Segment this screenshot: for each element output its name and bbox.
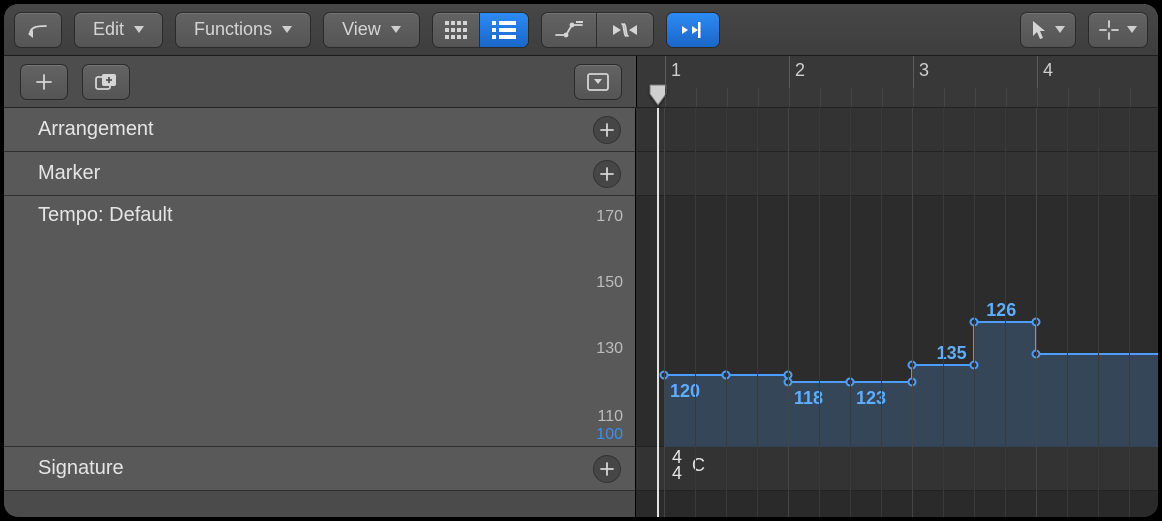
global-tracks-sidebar: Arrangement Marker Tempo: Default 170 150… <box>4 108 636 517</box>
chevron-down-icon <box>134 26 144 33</box>
tempo-axis-tick: 110 <box>597 408 623 426</box>
duplicate-track-button[interactable] <box>82 64 130 100</box>
automation-segment <box>541 12 654 48</box>
marker-lane[interactable] <box>636 152 1158 196</box>
chevron-down-icon <box>1055 26 1065 33</box>
view-menu-label: View <box>342 19 381 40</box>
list-view-button[interactable] <box>480 13 528 47</box>
marker-track-header[interactable]: Marker <box>4 152 635 196</box>
tempo-axis: 170 150 130 110100 <box>573 200 623 442</box>
view-menu[interactable]: View <box>323 12 420 48</box>
add-track-button[interactable] <box>20 64 68 100</box>
arrangement-track-header[interactable]: Arrangement <box>4 108 635 152</box>
lane-content[interactable]: 120118123135126 4 4 C <box>636 108 1158 517</box>
signature-header-label: Signature <box>38 457 593 480</box>
signature-lane[interactable]: 4 4 C <box>636 447 1158 491</box>
grid-view-button[interactable] <box>433 13 480 47</box>
catch-playhead-button[interactable] <box>667 13 719 47</box>
alt-tool-menu[interactable] <box>1088 12 1148 48</box>
catch-segment <box>666 12 720 48</box>
functions-menu-label: Functions <box>194 19 272 40</box>
tempo-lane[interactable]: 120118123135126 <box>636 196 1158 447</box>
chevron-down-icon <box>391 26 401 33</box>
automation-curve-button[interactable] <box>542 13 597 47</box>
duplicate-icon <box>95 73 117 91</box>
pointer-tool-menu[interactable] <box>1020 12 1076 48</box>
global-tracks-button[interactable] <box>574 64 622 100</box>
ruler-bar-number: 1 <box>671 60 681 81</box>
chevron-down-icon <box>282 26 292 33</box>
signature-value: 4 4 C <box>672 449 705 481</box>
marker-label: Marker <box>38 162 593 185</box>
signature-track-header[interactable]: Signature <box>4 447 635 491</box>
view-mode-segment <box>432 12 529 48</box>
track-header-bar: 1 2 3 4 <box>4 56 1158 108</box>
arrangement-label: Arrangement <box>38 118 593 141</box>
tempo-label: Tempo: Default <box>38 204 621 227</box>
dropdown-panel-icon <box>587 73 609 91</box>
toolbar: Edit Functions View <box>4 4 1158 56</box>
add-marker-button[interactable] <box>593 160 621 188</box>
tempo-track-header[interactable]: Tempo: Default 170 150 130 110100 <box>4 196 635 447</box>
tempo-axis-current: 100 <box>596 426 623 444</box>
main-area: Arrangement Marker Tempo: Default 170 150… <box>4 108 1158 517</box>
time-sig-den: 4 <box>672 465 682 481</box>
key-sig: C <box>692 455 705 476</box>
ruler-bar-number: 3 <box>919 60 929 81</box>
pointer-icon <box>1031 20 1047 40</box>
add-arrangement-button[interactable] <box>593 116 621 144</box>
ruler-bar-number: 2 <box>795 60 805 81</box>
back-curve-button[interactable] <box>14 12 62 48</box>
playhead-line[interactable] <box>657 108 659 517</box>
tempo-value-label: 126 <box>986 300 1016 321</box>
functions-menu[interactable]: Functions <box>175 12 311 48</box>
tempo-axis-tick: 130 <box>596 340 623 358</box>
edit-menu[interactable]: Edit <box>74 12 163 48</box>
add-signature-button[interactable] <box>593 455 621 483</box>
ruler[interactable]: 1 2 3 4 <box>636 56 1158 107</box>
crosshair-icon <box>1099 20 1119 40</box>
tempo-value-label: 135 <box>937 343 967 364</box>
empty-lane <box>636 491 1158 517</box>
ruler-bar-number: 4 <box>1043 60 1053 81</box>
plus-icon <box>35 73 53 91</box>
edit-menu-label: Edit <box>93 19 124 40</box>
flex-button[interactable] <box>597 13 653 47</box>
chevron-down-icon <box>1127 26 1137 33</box>
tempo-axis-tick: 150 <box>596 274 623 292</box>
tempo-axis-tick: 170 <box>596 208 623 226</box>
arrangement-lane[interactable] <box>636 108 1158 152</box>
